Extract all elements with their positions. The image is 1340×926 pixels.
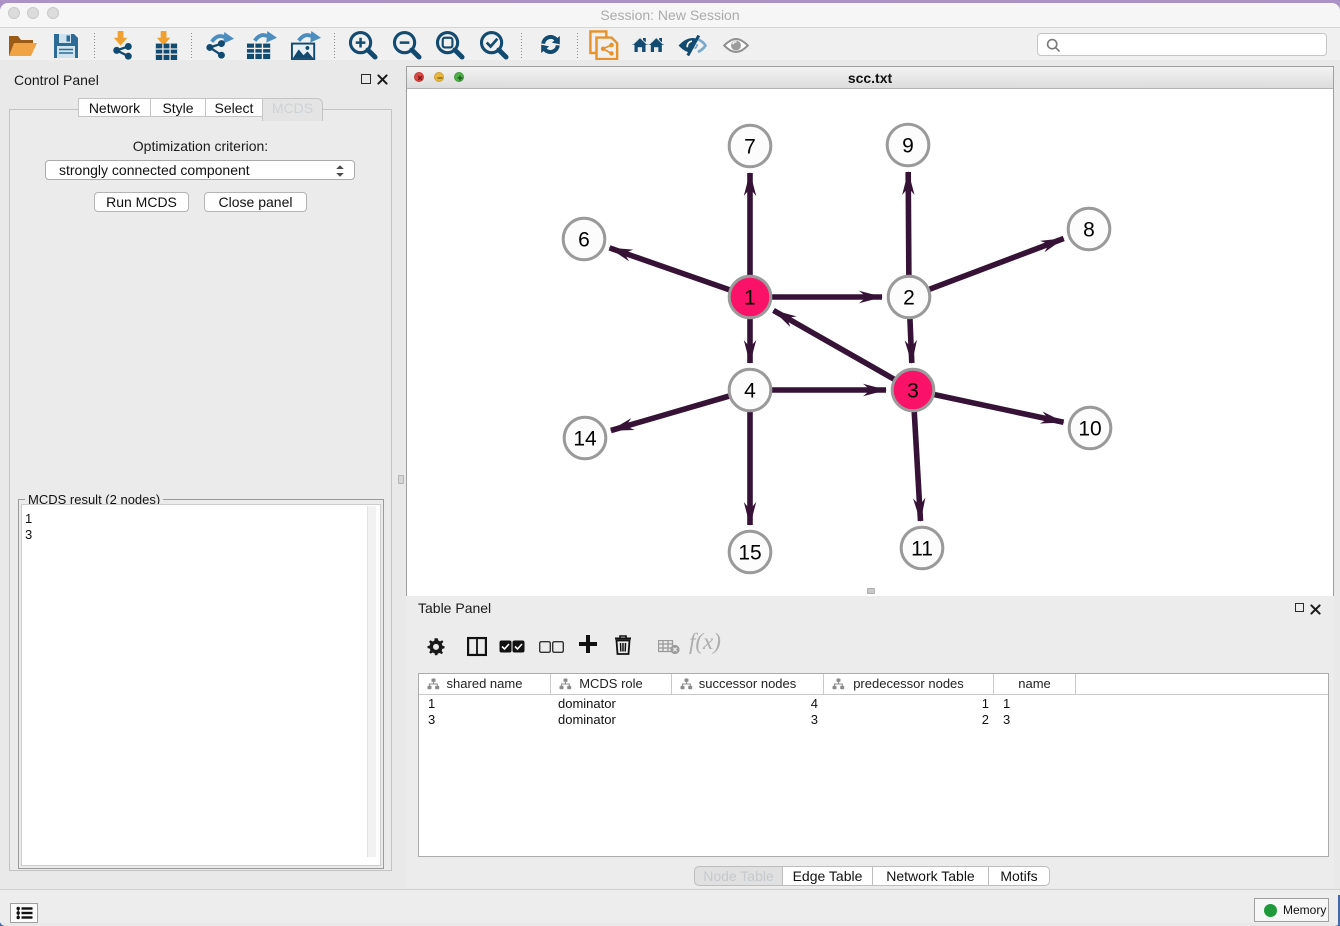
svg-text:3: 3 [907,380,919,403]
svg-text:9: 9 [902,135,914,158]
svg-text:2: 2 [903,287,915,310]
svg-text:1: 1 [744,287,756,310]
svg-text:6: 6 [578,229,590,252]
svg-text:11: 11 [911,538,933,561]
svg-text:14: 14 [573,428,597,451]
svg-text:7: 7 [744,136,756,159]
svg-text:15: 15 [738,542,761,565]
svg-text:8: 8 [1083,219,1095,242]
svg-text:4: 4 [744,380,756,403]
svg-text:10: 10 [1078,418,1101,441]
